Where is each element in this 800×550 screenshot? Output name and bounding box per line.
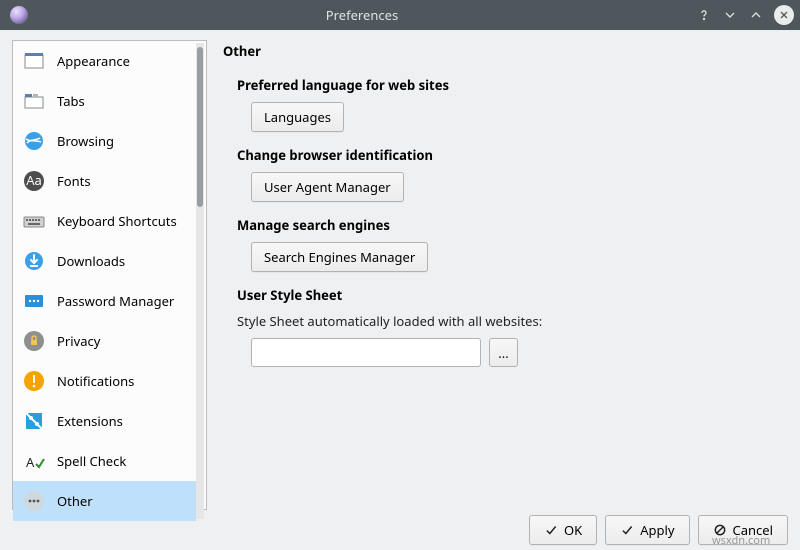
section-label-language: Preferred language for web sites <box>237 76 776 94</box>
title-bar: Preferences <box>0 0 800 30</box>
section-label-search-engines: Manage search engines <box>237 216 776 234</box>
sidebar-item-label: Tabs <box>57 92 85 110</box>
sidebar-scrollbar[interactable] <box>196 43 204 519</box>
sidebar-item-label: Spell Check <box>57 452 126 470</box>
sidebar-item-downloads[interactable]: Downloads <box>13 241 196 281</box>
notification-icon <box>21 368 47 394</box>
sidebar-item-spell-check[interactable]: A Spell Check <box>13 441 196 481</box>
sidebar-item-notifications[interactable]: Notifications <box>13 361 196 401</box>
section-label-user-stylesheet: User Style Sheet <box>237 286 776 304</box>
section-label-browser-id: Change browser identification <box>237 146 776 164</box>
extensions-icon <box>21 408 47 434</box>
page-title: Other <box>223 42 776 60</box>
download-icon <box>21 248 47 274</box>
close-button[interactable] <box>774 5 794 25</box>
main-panel: Other Preferred language for web sites L… <box>207 40 788 510</box>
sidebar-item-other[interactable]: Other <box>13 481 196 521</box>
sidebar-item-label: Extensions <box>57 412 123 430</box>
sidebar: Appearance Tabs Browsing Aa Fonts Keyboa… <box>12 40 207 510</box>
sidebar-item-label: Fonts <box>57 172 91 190</box>
other-icon <box>21 488 47 514</box>
sidebar-item-tabs[interactable]: Tabs <box>13 81 196 121</box>
minimize-button[interactable] <box>720 5 740 25</box>
stylesheet-browse-button[interactable]: ... <box>489 338 518 367</box>
password-icon <box>21 288 47 314</box>
sidebar-item-label: Downloads <box>57 252 125 270</box>
sidebar-item-fonts[interactable]: Aa Fonts <box>13 161 196 201</box>
window-title: Preferences <box>36 6 688 24</box>
ok-button[interactable]: OK <box>529 515 597 545</box>
search-engines-manager-button[interactable]: Search Engines Manager <box>251 242 428 272</box>
stylesheet-path-input[interactable] <box>251 338 481 367</box>
sidebar-item-browsing[interactable]: Browsing <box>13 121 196 161</box>
spellcheck-icon: A <box>21 448 47 474</box>
ok-label: OK <box>564 521 582 539</box>
sidebar-item-extensions[interactable]: Extensions <box>13 401 196 441</box>
window-icon <box>21 48 47 74</box>
privacy-icon <box>21 328 47 354</box>
sidebar-list: Appearance Tabs Browsing Aa Fonts Keyboa… <box>13 41 196 521</box>
sidebar-item-password-manager[interactable]: Password Manager <box>13 281 196 321</box>
sidebar-item-label: Password Manager <box>57 292 174 310</box>
maximize-button[interactable] <box>746 5 766 25</box>
fonts-icon: Aa <box>21 168 47 194</box>
apply-label: Apply <box>640 521 674 539</box>
globe-icon <box>21 128 47 154</box>
sidebar-item-label: Browsing <box>57 132 114 150</box>
user-agent-manager-button[interactable]: User Agent Manager <box>251 172 404 202</box>
sidebar-item-label: Other <box>57 492 93 510</box>
sidebar-item-keyboard-shortcuts[interactable]: Keyboard Shortcuts <box>13 201 196 241</box>
sidebar-item-label: Appearance <box>57 52 130 70</box>
check-icon <box>620 523 634 537</box>
check-icon <box>544 523 558 537</box>
app-icon <box>10 6 28 24</box>
apply-button[interactable]: Apply <box>605 515 689 545</box>
watermark: wsxdn.com <box>712 533 770 548</box>
sidebar-item-label: Notifications <box>57 372 134 390</box>
scrollbar-thumb[interactable] <box>197 47 203 207</box>
sidebar-item-appearance[interactable]: Appearance <box>13 41 196 81</box>
svg-text:Aa: Aa <box>26 171 42 189</box>
help-button[interactable] <box>694 5 714 25</box>
svg-text:A: A <box>26 453 35 471</box>
tabs-icon <box>21 88 47 114</box>
sidebar-item-privacy[interactable]: Privacy <box>13 321 196 361</box>
sidebar-item-label: Keyboard Shortcuts <box>57 212 177 230</box>
languages-button[interactable]: Languages <box>251 102 344 132</box>
stylesheet-subtext: Style Sheet automatically loaded with al… <box>237 312 776 330</box>
sidebar-item-label: Privacy <box>57 332 100 350</box>
keyboard-icon <box>21 208 47 234</box>
